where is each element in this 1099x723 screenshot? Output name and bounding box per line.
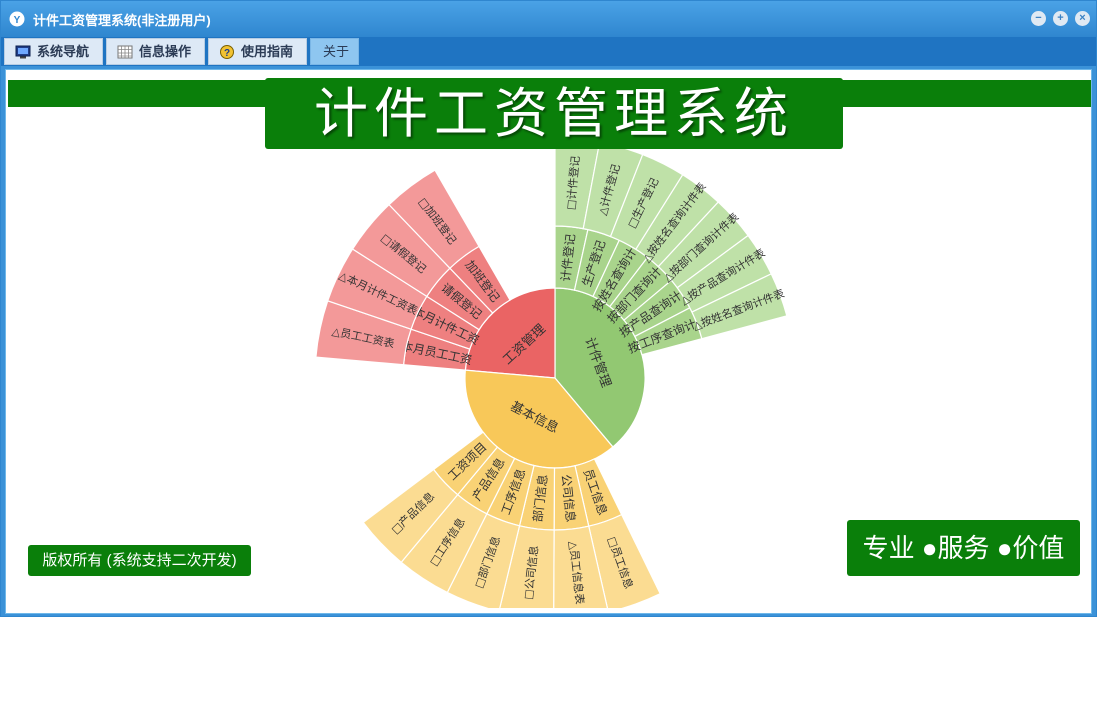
page-title: 计件工资管理系统: [265, 78, 843, 149]
copyright-label: 版权所有 (系统支持二次开发): [28, 545, 251, 576]
slogan-label: 专业 ●服务 ●价值: [847, 520, 1080, 576]
